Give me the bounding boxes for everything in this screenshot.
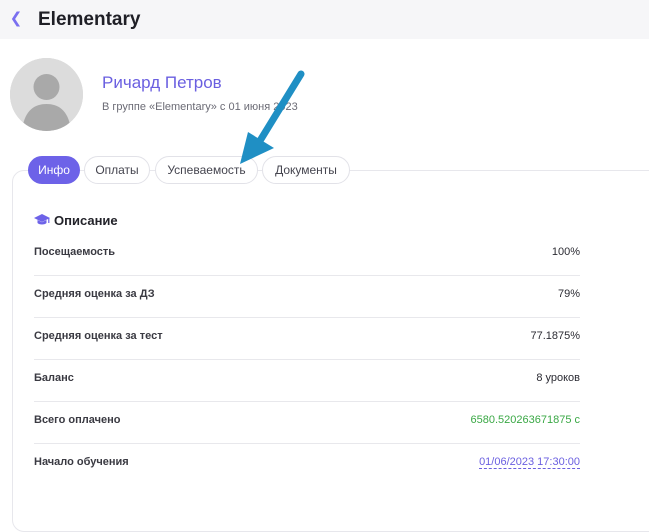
row-value: 6580.520263671875 с [470, 414, 581, 426]
tab-payments[interactable]: Оплаты [84, 156, 150, 184]
row-label: Начало обучения [34, 456, 129, 468]
section-title: Описание [54, 212, 118, 228]
user-silhouette-icon [10, 58, 83, 131]
info-row-balance: Баланс 8 уроков [34, 359, 580, 402]
row-value: 100% [551, 246, 580, 258]
group-membership-text: В группе «Elementary» с 01 июня 2023 [102, 101, 298, 113]
avatar [10, 58, 83, 131]
row-label: Средняя оценка за тест [34, 330, 163, 342]
info-row-homework-grade: Средняя оценка за ДЗ 79% [34, 275, 580, 318]
tab-info[interactable]: Инфо [28, 156, 80, 184]
start-date-link[interactable]: 01/06/2023 17:30:00 [479, 456, 580, 469]
row-label: Всего оплачено [34, 414, 121, 426]
row-value: 77.1875% [530, 330, 580, 342]
chevron-left-icon[interactable]: ❮ [9, 10, 23, 28]
row-label: Баланс [34, 372, 74, 384]
top-bar: ❮ Elementary [0, 0, 649, 39]
section-header: Описание [34, 211, 118, 229]
info-row-test-grade: Средняя оценка за тест 77.1875% [34, 317, 580, 360]
tab-documents[interactable]: Документы [262, 156, 350, 184]
info-row-start-date: Начало обучения 01/06/2023 17:30:00 [34, 443, 580, 485]
tab-progress[interactable]: Успеваемость [155, 156, 258, 184]
row-value: 79% [557, 288, 580, 300]
row-label: Посещаемость [34, 246, 116, 258]
row-value: 8 уроков [536, 372, 580, 384]
graduation-cap-icon [34, 214, 50, 225]
user-name: Ричард Петров [102, 73, 222, 92]
info-row-total-paid: Всего оплачено 6580.520263671875 с [34, 401, 580, 444]
page-title: Elementary [38, 9, 141, 30]
info-row-attendance: Посещаемость 100% [34, 233, 580, 276]
row-label: Средняя оценка за ДЗ [34, 288, 155, 300]
